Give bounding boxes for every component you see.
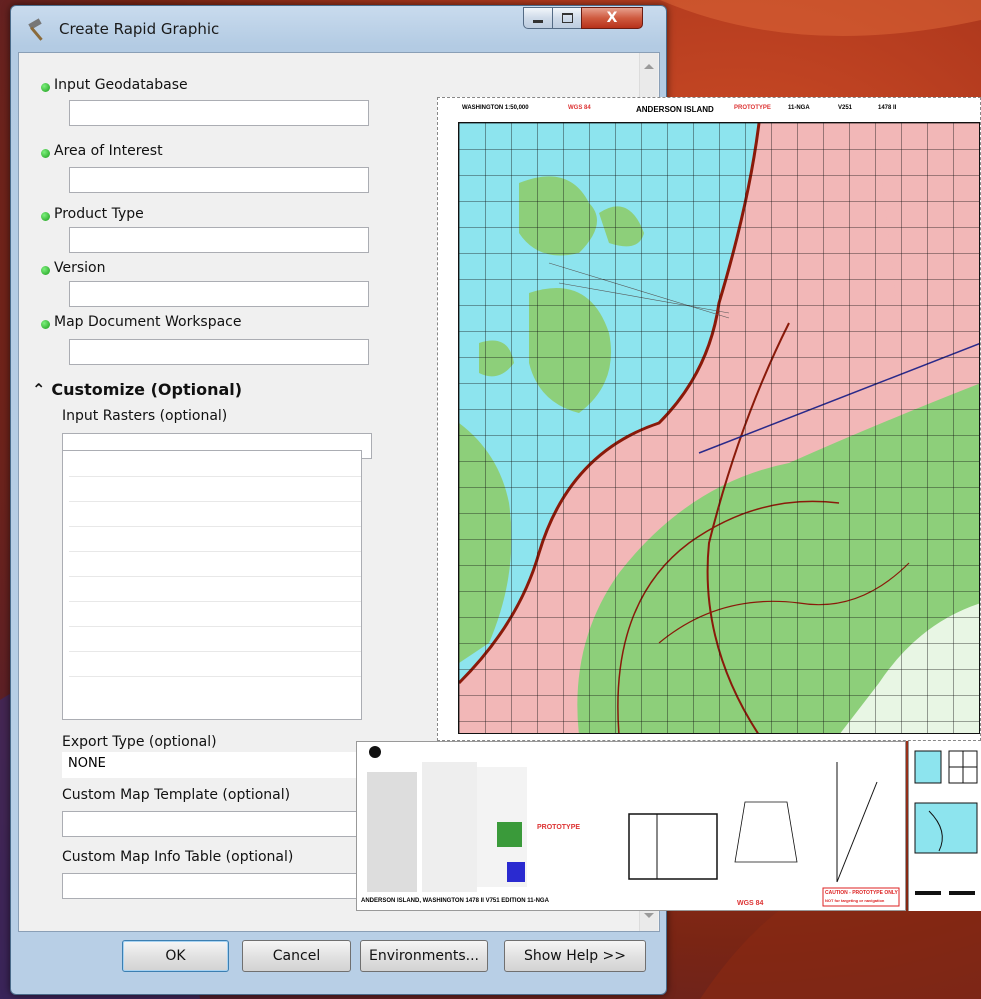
map-footer-datum: WGS 84 bbox=[737, 900, 764, 907]
cancel-button[interactable]: Cancel bbox=[242, 940, 351, 972]
param-label-map-document-workspace: Map Document Workspace bbox=[54, 314, 242, 330]
ok-button[interactable]: OK bbox=[122, 940, 229, 972]
product-type-field[interactable] bbox=[69, 227, 369, 253]
title-bar[interactable]: Create Rapid Graphic X bbox=[11, 6, 666, 52]
custom-map-info-table-field[interactable] bbox=[62, 873, 372, 899]
caution-label: CAUTION - PROTOTYPE ONLY bbox=[825, 890, 898, 896]
export-type-select[interactable]: NONE bbox=[62, 752, 372, 778]
close-button[interactable]: X bbox=[581, 7, 643, 29]
map-header-version: V251 bbox=[838, 105, 853, 111]
customize-section-title: Customize (Optional) bbox=[51, 380, 243, 399]
required-indicator-icon bbox=[41, 266, 50, 275]
custom-map-info-table-label: Custom Map Info Table (optional) bbox=[62, 849, 294, 865]
param-label-product-type: Product Type bbox=[54, 206, 144, 222]
map-header-prototype: PROTOTYPE bbox=[734, 105, 771, 111]
param-label-area-of-interest: Area of Interest bbox=[54, 143, 163, 159]
environments-button[interactable]: Environments... bbox=[360, 940, 488, 972]
marginal-info-graphic bbox=[367, 746, 900, 907]
show-help-button[interactable]: Show Help >> bbox=[504, 940, 646, 972]
window-title: Create Rapid Graphic bbox=[59, 20, 220, 38]
export-type-label: Export Type (optional) bbox=[62, 734, 217, 750]
custom-map-template-label: Custom Map Template (optional) bbox=[62, 787, 291, 803]
custom-map-template-field[interactable] bbox=[62, 811, 372, 837]
topographic-map-image: WASHINGTON 1:50,000 WGS 84 ANDERSON ISLA… bbox=[437, 97, 981, 741]
hammer-icon bbox=[28, 18, 43, 41]
required-indicator-icon bbox=[41, 83, 50, 92]
minimize-button[interactable] bbox=[523, 7, 553, 29]
maximize-icon bbox=[561, 13, 573, 23]
map-document-workspace-field[interactable] bbox=[69, 339, 369, 365]
minimize-icon bbox=[533, 19, 543, 23]
collapse-chevron-icon: ⌃ bbox=[32, 380, 46, 399]
required-indicator-icon bbox=[41, 320, 50, 329]
map-header-title: ANDERSON ISLAND bbox=[636, 105, 714, 114]
version-field[interactable] bbox=[69, 281, 369, 307]
maximize-button[interactable] bbox=[552, 7, 582, 29]
map-index-panel bbox=[908, 741, 981, 911]
map-frame bbox=[458, 122, 980, 734]
customize-section-header[interactable]: ⌃ Customize (Optional) bbox=[32, 380, 242, 399]
param-label-version: Version bbox=[54, 260, 106, 276]
area-of-interest-field[interactable] bbox=[69, 167, 369, 193]
margin-prototype-label: PROTOTYPE bbox=[537, 824, 581, 831]
param-label-input-geodatabase: Input Geodatabase bbox=[54, 77, 188, 93]
scroll-down-icon[interactable] bbox=[644, 913, 654, 918]
map-header-edition: 11-NGA bbox=[788, 105, 810, 111]
required-indicator-icon bbox=[41, 212, 50, 221]
topo-map-graphic bbox=[459, 123, 979, 733]
required-indicator-icon bbox=[41, 149, 50, 158]
map-header: WASHINGTON 1:50,000 WGS 84 ANDERSON ISLA… bbox=[438, 98, 981, 120]
input-rasters-list[interactable] bbox=[62, 450, 362, 720]
map-header-sheet: 1478 II bbox=[878, 105, 897, 111]
map-marginal-info: PROTOTYPE ANDERSON ISLAND, WASHINGTON 14… bbox=[356, 741, 906, 911]
scroll-up-icon[interactable] bbox=[644, 64, 654, 69]
input-rasters-label: Input Rasters (optional) bbox=[62, 408, 228, 424]
index-diagrams-graphic bbox=[914, 750, 978, 895]
map-header-datum: WGS 84 bbox=[568, 105, 591, 111]
input-geodatabase-field[interactable] bbox=[69, 100, 369, 126]
caution-sub-label: NOT for targeting or navigation bbox=[825, 898, 885, 903]
map-header-scale: WASHINGTON 1:50,000 bbox=[462, 105, 529, 111]
map-footer-text: ANDERSON ISLAND, WASHINGTON 1478 II V751… bbox=[361, 898, 549, 904]
close-icon: X bbox=[606, 10, 618, 26]
